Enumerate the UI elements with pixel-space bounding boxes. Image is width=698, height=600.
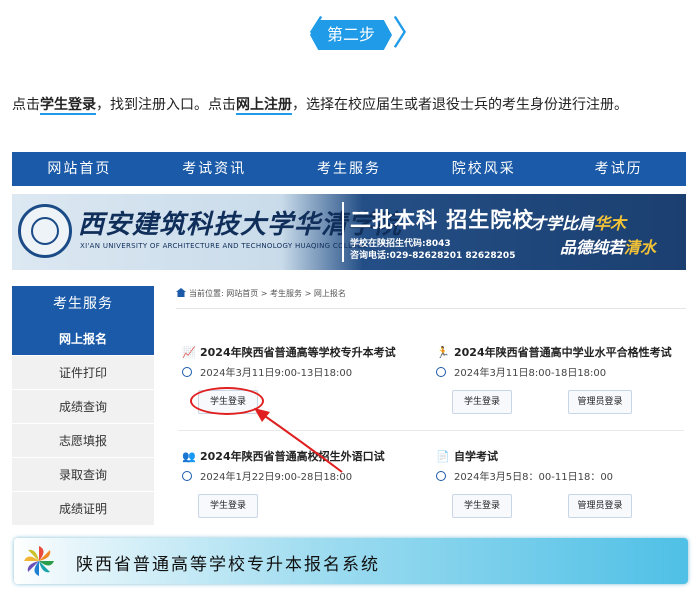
step-header: 〈 第二步 〉 bbox=[0, 14, 698, 58]
instruction-text: 点击学生登录，找到注册入口。点击网上注册，选择在校应届生或者退役士兵的考生身份进… bbox=[12, 92, 690, 118]
exam-time: 2024年3月5日8：00-11日18：00 bbox=[454, 472, 614, 483]
nav-item-home[interactable]: 网站首页 bbox=[12, 152, 147, 186]
sidebar-item-id-print[interactable]: 证件打印 bbox=[12, 356, 154, 390]
sidebar-item-admission-query[interactable]: 录取查询 bbox=[12, 458, 154, 492]
card-divider bbox=[178, 430, 684, 431]
nav-item-news[interactable]: 考试资讯 bbox=[147, 152, 282, 186]
sidebar: 考生服务 网上报名 证件打印 成绩查询 志愿填报 录取查询 成绩证明 bbox=[12, 286, 154, 546]
exam-time: 2024年1月22日9:00-28日18:00 bbox=[200, 472, 353, 483]
admin-login-button[interactable]: 管理员登录 bbox=[568, 390, 632, 414]
pinwheel-logo-icon bbox=[24, 546, 54, 576]
system-title-bar: 陕西省普通高等学校专升本报名系统 bbox=[14, 538, 688, 584]
top-nav: 网站首页 考试资讯 考生服务 院校风采 考试历 bbox=[12, 152, 686, 186]
banner-title: 二批本科 招生院校 bbox=[350, 208, 535, 232]
group-icon: 👥 bbox=[182, 450, 196, 463]
sidebar-item-online-registration[interactable]: 网上报名 bbox=[12, 322, 154, 356]
student-login-button[interactable]: 学生登录 bbox=[198, 494, 258, 518]
online-register-highlight: 网上注册 bbox=[236, 97, 292, 115]
school-name-en: XI'AN UNIVERSITY OF ARCHITECTURE AND TEC… bbox=[80, 242, 368, 250]
runner-icon: 🏃 bbox=[436, 346, 450, 359]
school-banner: 西安建筑科技大学华清学院 XI'AN UNIVERSITY OF ARCHITE… bbox=[12, 194, 686, 270]
student-login-button[interactable]: 学生登录 bbox=[452, 390, 512, 414]
home-icon bbox=[176, 288, 186, 297]
clock-icon bbox=[182, 367, 192, 377]
nav-item-services[interactable]: 考生服务 bbox=[282, 152, 417, 186]
sidebar-item-score-certificate[interactable]: 成绩证明 bbox=[12, 492, 154, 526]
step-badge: 第二步 bbox=[310, 20, 392, 50]
instruction-part: ，找到注册入口。点击 bbox=[96, 97, 236, 113]
clock-icon bbox=[436, 471, 446, 481]
exam-time: 2024年3月11日8:00-18日18:00 bbox=[454, 368, 607, 379]
admin-login-button[interactable]: 管理员登录 bbox=[568, 494, 632, 518]
exam-time: 2024年3月11日9:00-13日18:00 bbox=[200, 368, 353, 379]
exam-title: 2024年陕西省普通高等学校专升本考试 bbox=[200, 346, 396, 359]
banner-phone: 咨询电话:029-82628201 82628205 bbox=[350, 251, 516, 261]
nav-item-colleges[interactable]: 院校风采 bbox=[416, 152, 551, 186]
nav-item-history[interactable]: 考试历 bbox=[551, 152, 686, 186]
banner-slogan-2: 品德纯若清水 bbox=[560, 238, 657, 257]
exam-title: 2024年陕西省普通高校招生外语口试 bbox=[200, 450, 385, 463]
content-divider bbox=[176, 308, 686, 309]
chart-icon: 📈 bbox=[182, 346, 196, 359]
clock-icon bbox=[436, 367, 446, 377]
sidebar-header: 考生服务 bbox=[12, 286, 154, 322]
instruction-part: 点击 bbox=[12, 97, 40, 113]
website-screenshot: 网站首页 考试资讯 考生服务 院校风采 考试历 西安建筑科技大学华清学院 XI'… bbox=[12, 152, 686, 590]
sidebar-item-score-query[interactable]: 成绩查询 bbox=[12, 390, 154, 424]
breadcrumb-text: 当前位置: 网站首页 > 考生服务 > 网上报名 bbox=[189, 289, 346, 298]
clock-icon bbox=[182, 471, 192, 481]
sidebar-item-application[interactable]: 志愿填报 bbox=[12, 424, 154, 458]
system-title: 陕西省普通高等学校专升本报名系统 bbox=[76, 555, 380, 575]
exam-title: 2024年陕西省普通高中学业水平合格性考试 bbox=[454, 346, 672, 359]
document-icon: 📄 bbox=[436, 450, 450, 463]
instruction-part: ，选择在校应届生或者退役士兵的考生身份进行注册。 bbox=[292, 97, 628, 113]
banner-divider bbox=[342, 202, 344, 262]
breadcrumb: 当前位置: 网站首页 > 考生服务 > 网上报名 bbox=[176, 288, 346, 299]
exam-title: 自学考试 bbox=[454, 450, 498, 463]
highlight-ellipse bbox=[190, 387, 264, 415]
student-login-button[interactable]: 学生登录 bbox=[452, 494, 512, 518]
chevron-right-icon: 〉 bbox=[392, 14, 426, 54]
banner-slogan-1: 才学比肩华木 bbox=[530, 214, 627, 233]
student-login-highlight: 学生登录 bbox=[40, 97, 96, 115]
school-logo-icon bbox=[18, 204, 72, 258]
